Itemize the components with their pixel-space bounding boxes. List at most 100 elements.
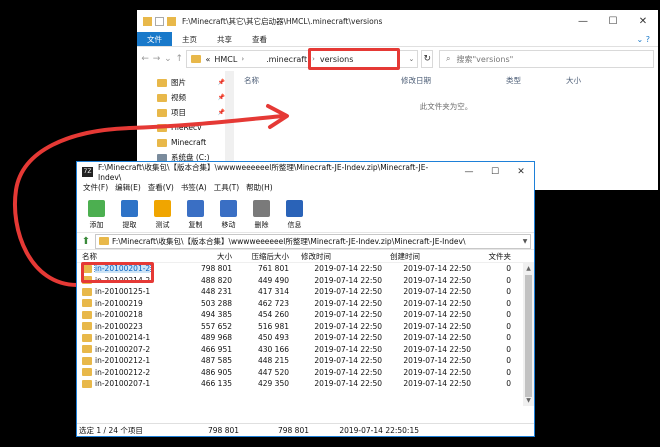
folder-icon — [82, 356, 92, 365]
cell-size: 557 652 — [200, 321, 232, 331]
cell-modified: 2019-07-14 22:50 — [314, 298, 382, 308]
cell-packed: 454 260 — [257, 310, 289, 320]
toolbar-button-label: 删除 — [254, 221, 269, 229]
column-created[interactable]: 创建时间 — [382, 251, 471, 262]
table-row[interactable]: in-20100207-2 466 951 430 166 2019-07-14 22… — [77, 344, 534, 356]
toolbar-button[interactable]: 移动 — [212, 200, 245, 230]
column-folders[interactable]: 文件夹 — [471, 251, 512, 262]
folder-name: in-20100207-2 — [95, 344, 151, 354]
toolbar-button-label: 测试 — [155, 221, 170, 229]
menu-item[interactable]: 编辑(E) — [115, 182, 141, 193]
menu-item[interactable]: 工具(T) — [214, 182, 239, 193]
maximize-button[interactable]: ☐ — [482, 167, 508, 177]
menu-item[interactable]: 文件(F) — [83, 182, 108, 193]
table-row[interactable]: in-20100207-1 466 135 429 350 2019-07-14 22… — [77, 378, 534, 390]
cell-created: 2019-07-14 22:50 — [403, 367, 471, 377]
cell-packed: 429 350 — [257, 379, 289, 389]
window-controls: — ☐ ✕ — [456, 167, 534, 177]
table-row[interactable]: in-20100212-2 486 905 447 520 2019-07-14 22… — [77, 367, 534, 379]
folder-name: in-20100212-1 — [95, 356, 151, 366]
cell-name: in-20100223 — [77, 322, 188, 331]
cell-packed: 450 493 — [257, 333, 289, 343]
scroll-down-icon[interactable]: ▼ — [523, 395, 534, 406]
cell-size: 489 968 — [200, 333, 232, 343]
cell-modified: 2019-07-14 22:50 — [314, 264, 382, 274]
toolbar-button[interactable]: 删除 — [245, 200, 278, 230]
cell-created: 2019-07-14 22:50 — [403, 321, 471, 331]
cell-modified: 2019-07-14 22:50 — [314, 287, 382, 297]
cell-created: 2019-07-14 22:50 — [403, 287, 471, 297]
table-row[interactable]: in-20100125-1 448 231 417 314 2019-07-14 22… — [77, 286, 534, 298]
folder-name: in-20100125-1 — [95, 287, 151, 297]
cell-name: in-20100212-1 — [77, 356, 188, 365]
path-dropdown-icon[interactable]: ▼ — [520, 238, 530, 245]
toolbar-button[interactable]: 信息 — [278, 200, 311, 230]
toolbar-button[interactable]: 提取 — [113, 200, 146, 230]
column-name[interactable]: 名称 — [77, 251, 188, 262]
cell-modified: 2019-07-14 22:50 — [314, 344, 382, 354]
table-row[interactable]: in-20100218 494 385 454 260 2019-07-14 22:5… — [77, 309, 534, 321]
scroll-up-icon[interactable]: ▲ — [523, 263, 534, 274]
cell-folders: 0 — [506, 298, 511, 308]
archive-path-row: ⬆ F:\Minecraft\收集包\【版本合集】\wwwweeeeeel所整理… — [77, 232, 534, 250]
toolbar-button[interactable]: 添加 — [80, 200, 113, 230]
column-size[interactable]: 大小 — [188, 251, 232, 262]
cell-modified: 2019-07-14 22:50 — [314, 356, 382, 366]
cell-size: 503 288 — [200, 298, 232, 308]
cell-packed: 448 215 — [257, 356, 289, 366]
cell-modified: 2019-07-14 22:50 — [314, 275, 382, 285]
table-row[interactable]: in-20100214-1 489 968 450 493 2019-07-14 22… — [77, 332, 534, 344]
folder-icon — [82, 333, 92, 342]
menu-item[interactable]: 查看(V) — [148, 182, 174, 193]
toolbar-button[interactable]: 复制 — [179, 200, 212, 230]
archive-path-field[interactable]: F:\Minecraft\收集包\【版本合集】\wwwweeeeeel所整理\M… — [95, 233, 531, 249]
archive-file-list: 名称 大小 压缩后大小 修改时间 创建时间 文件夹 in-20100201-2 7… — [77, 250, 534, 406]
menu-item[interactable]: 帮助(H) — [246, 182, 273, 193]
cell-size: 486 905 — [200, 367, 232, 377]
toolbar: 添加 提取 测试 复制 移动 删除 信息 — [77, 194, 534, 232]
toolbar-button-label: 复制 — [188, 221, 203, 229]
folder-icon — [82, 322, 92, 331]
cell-name: in-20100214-1 — [77, 333, 188, 342]
cell-modified: 2019-07-14 22:50 — [314, 333, 382, 343]
cell-created: 2019-07-14 22:50 — [403, 264, 471, 274]
vertical-scrollbar[interactable]: ▲ ▼ — [523, 263, 534, 406]
toolbar-button[interactable]: 测试 — [146, 200, 179, 230]
table-row[interactable]: in-20100219 503 288 462 723 2019-07-14 22:5… — [77, 298, 534, 310]
scroll-thumb[interactable] — [525, 275, 532, 397]
cell-folders: 0 — [506, 333, 511, 343]
table-row[interactable]: in-20100223 557 652 516 981 2019-07-14 22:5… — [77, 321, 534, 333]
toolbar-button-label: 提取 — [122, 221, 137, 229]
cell-name: in-20100207-2 — [77, 345, 188, 354]
folder-name: in-20100214-1 — [95, 333, 151, 343]
extract-icon — [121, 200, 138, 217]
toolbar-button-label: 移动 — [221, 221, 236, 229]
cell-name: in-20100212-2 — [77, 368, 188, 377]
status-bar: 选定 1 / 24 个项目 798 801 798 801 2019-07-14… — [77, 423, 534, 436]
cell-folders: 0 — [506, 275, 511, 285]
7zip-logo-icon: 7Z — [82, 166, 93, 177]
minimize-button[interactable]: — — [456, 167, 482, 177]
close-button[interactable]: ✕ — [508, 167, 534, 177]
folder-icon — [82, 299, 92, 308]
folder-icon — [82, 368, 92, 377]
archive-window-title: F:\Minecraft\收集包\【版本合集】\wwwweeeeeel所整理\M… — [97, 162, 429, 182]
cell-packed: 449 490 — [257, 275, 289, 285]
cell-size: 798 801 — [200, 264, 232, 274]
menu-item[interactable]: 书签(A) — [181, 182, 207, 193]
up-folder-icon[interactable]: ⬆ — [80, 236, 92, 247]
info-icon — [286, 200, 303, 217]
folder-icon — [99, 237, 109, 245]
column-packed-size[interactable]: 压缩后大小 — [232, 251, 290, 262]
table-row[interactable]: in-20100212-1 487 585 448 215 2019-07-14 22… — [77, 355, 534, 367]
add-icon — [88, 200, 105, 217]
cell-modified: 2019-07-14 22:50 — [314, 321, 382, 331]
cell-folders: 0 — [506, 264, 511, 274]
column-modified[interactable]: 修改时间 — [289, 251, 382, 262]
cell-folders: 0 — [506, 344, 511, 354]
cell-packed: 447 520 — [257, 367, 289, 377]
folder-icon — [82, 287, 92, 296]
cell-packed: 761 801 — [257, 264, 289, 274]
cell-size: 487 585 — [200, 356, 232, 366]
cell-created: 2019-07-14 22:50 — [403, 356, 471, 366]
